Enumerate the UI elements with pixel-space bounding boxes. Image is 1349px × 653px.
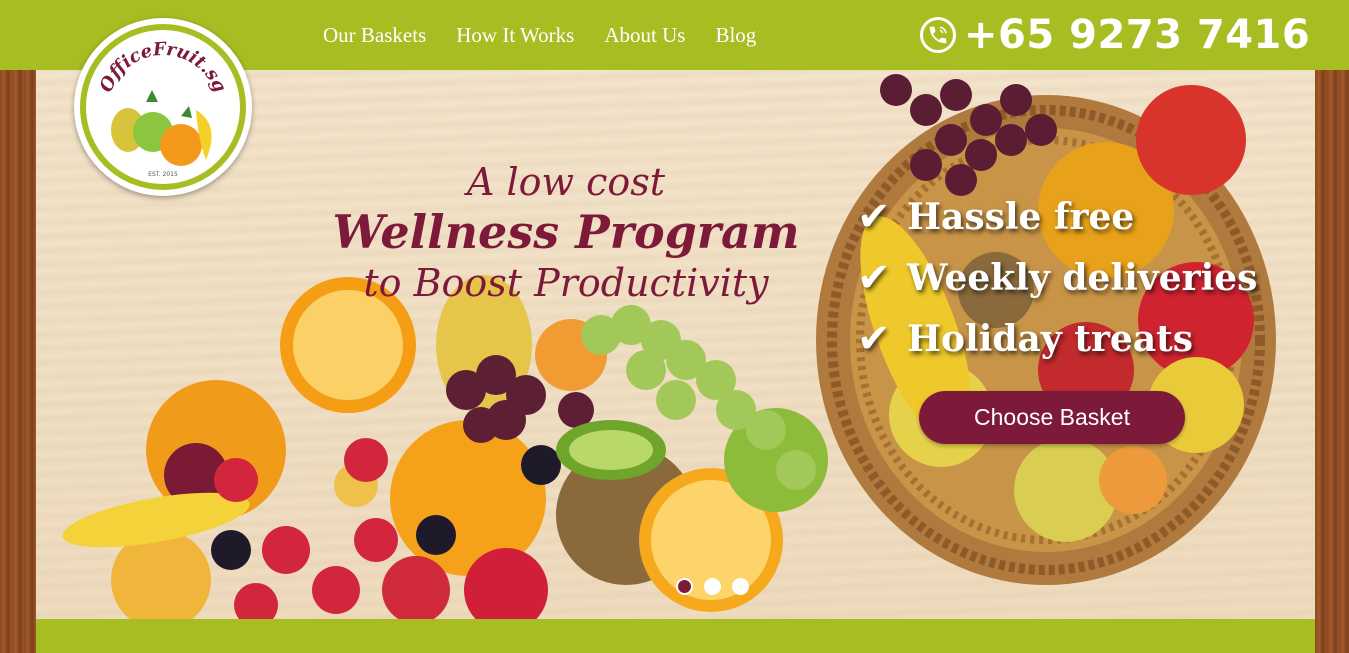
officefruit-logo[interactable]: OfficeFruit.sg EST. 2015 <box>74 18 252 196</box>
logo-artwork: OfficeFruit.sg EST. 2015 <box>96 39 231 178</box>
phone-icon <box>920 17 956 53</box>
feature-text: Hassle free <box>907 195 1135 238</box>
choose-basket-button[interactable]: Choose Basket <box>919 391 1185 444</box>
headline-line-1: A low cost <box>466 160 666 204</box>
checkmark-icon: ✔ <box>857 193 891 240</box>
bottom-green-bar <box>36 619 1315 653</box>
svg-text:EST. 2015: EST. 2015 <box>148 171 178 178</box>
checkmark-icon: ✔ <box>857 315 891 362</box>
feature-item: ✔ Hassle free <box>857 186 1257 247</box>
slider-dot-1[interactable] <box>676 578 693 595</box>
phone-number: +65 9273 7416 <box>964 12 1311 58</box>
feature-item: ✔ Weekly deliveries <box>857 247 1257 308</box>
nav-blog[interactable]: Blog <box>715 21 756 49</box>
headline-line-3: to Boost Productivity <box>363 261 769 305</box>
nav-about-us[interactable]: About Us <box>604 21 685 49</box>
feature-item: ✔ Holiday treats <box>857 308 1257 369</box>
svg-text:OfficeFruit.sg: OfficeFruit.sg <box>96 39 231 96</box>
feature-list: ✔ Hassle free ✔ Weekly deliveries ✔ Holi… <box>857 186 1257 369</box>
hero-headline: A low cost Wellness Program to Boost Pro… <box>306 158 826 308</box>
slider-dot-2[interactable] <box>704 578 721 595</box>
logo-badge: OfficeFruit.sg EST. 2015 <box>80 24 246 190</box>
slider-dots <box>676 578 749 595</box>
feature-text: Weekly deliveries <box>907 256 1258 299</box>
checkmark-icon: ✔ <box>857 254 891 301</box>
wood-frame-right <box>1315 70 1349 653</box>
feature-text: Holiday treats <box>907 317 1194 360</box>
phone-contact[interactable]: +65 9273 7416 <box>920 12 1310 58</box>
wood-frame-left <box>0 70 36 653</box>
main-nav: Our Baskets How It Works About Us Blog <box>323 21 756 49</box>
nav-our-baskets[interactable]: Our Baskets <box>323 21 426 49</box>
headline-line-2: Wellness Program <box>332 205 800 259</box>
nav-how-it-works[interactable]: How It Works <box>456 21 574 49</box>
slider-dot-3[interactable] <box>732 578 749 595</box>
